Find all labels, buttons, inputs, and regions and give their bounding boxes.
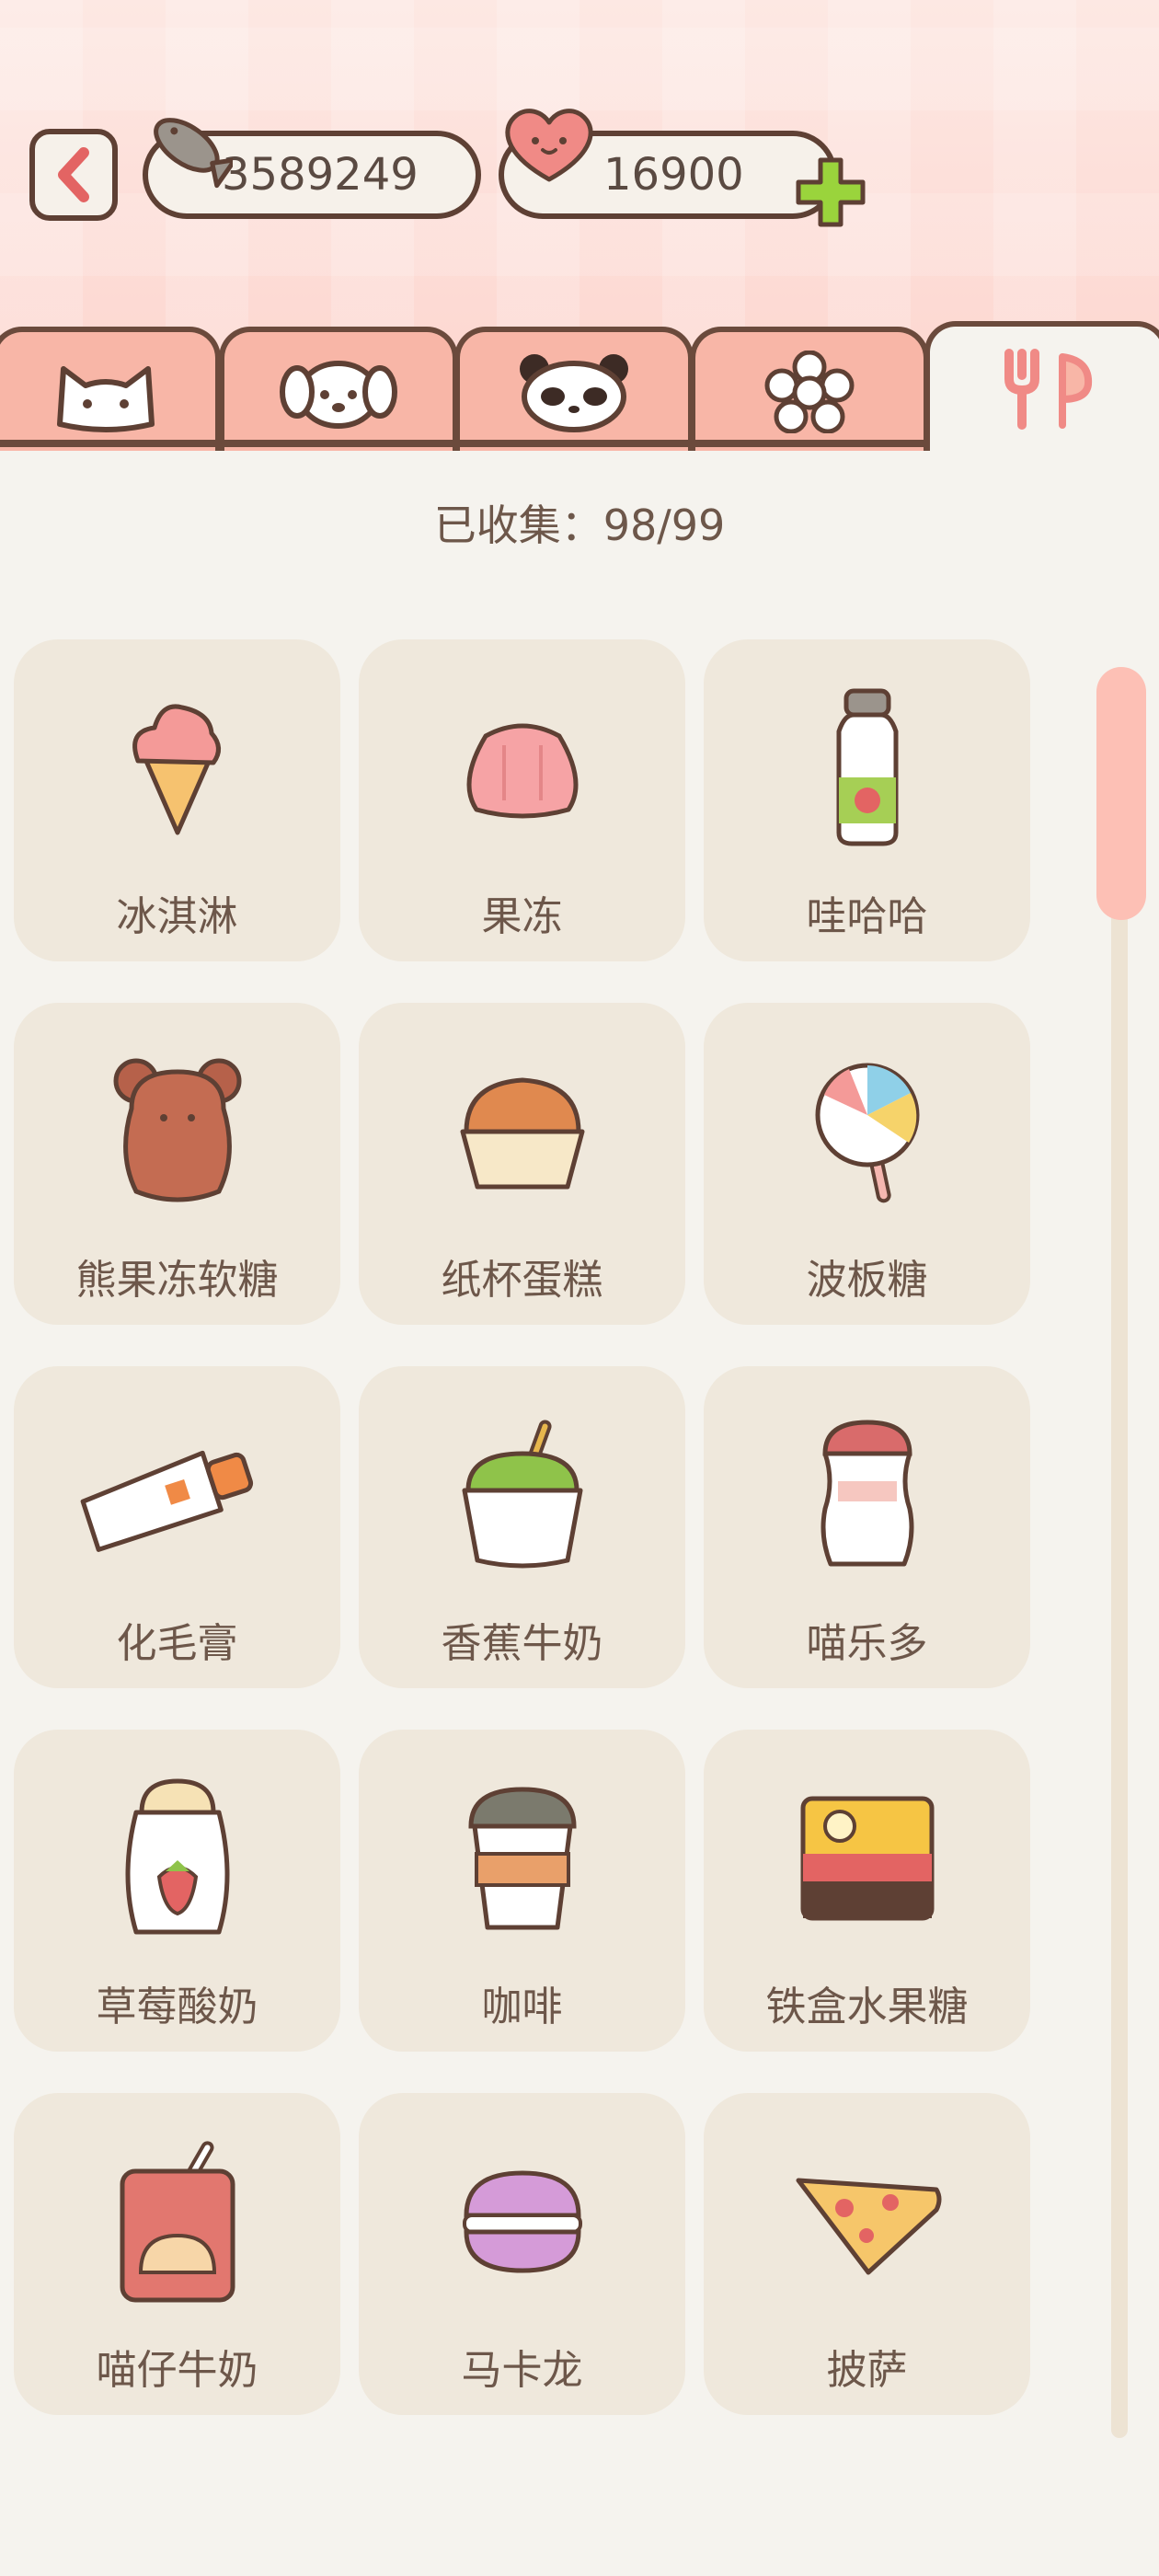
tab-cat[interactable] (0, 327, 221, 451)
fish-icon (154, 118, 233, 189)
item-card[interactable]: 熊果冻软糖 (14, 1003, 340, 1325)
tab-bar-divider (0, 440, 929, 447)
add-hearts-button[interactable] (793, 155, 868, 230)
item-label: 冰淇淋 (116, 893, 238, 940)
milk-carton-icon (120, 2141, 235, 2303)
item-card[interactable]: 冰淇淋 (14, 639, 340, 961)
item-card[interactable]: 化毛膏 (14, 1366, 340, 1688)
gummy-bear-icon (113, 1058, 241, 1202)
candy-tin-icon (800, 1796, 934, 1921)
item-card[interactable]: 草莓酸奶 (14, 1730, 340, 2052)
item-label: 香蕉牛奶 (441, 1620, 603, 1667)
item-label: 喵乐多 (806, 1620, 928, 1667)
cat-face-icon (57, 365, 155, 432)
chevron-left-icon (58, 147, 89, 202)
scrollbar-thumb[interactable] (1096, 667, 1146, 920)
category-tab-bar (0, 321, 1159, 451)
scrollbar-track[interactable] (1111, 667, 1128, 2438)
macaron-icon (462, 2170, 582, 2273)
strawberry-yogurt-icon (125, 1778, 229, 1935)
item-card[interactable]: 铁盒水果糖 (704, 1730, 1030, 2052)
banana-milk-icon (462, 1420, 582, 1569)
item-card[interactable]: 果冻 (359, 639, 685, 961)
item-label: 喵仔牛奶 (96, 2347, 258, 2394)
item-card[interactable]: 纸杯蛋糕 (359, 1003, 685, 1325)
tab-panda[interactable] (454, 327, 694, 451)
tab-food[interactable] (924, 321, 1159, 451)
item-label: 果冻 (481, 893, 563, 940)
item-card[interactable]: 喵仔牛奶 (14, 2093, 340, 2415)
flower-icon (764, 350, 855, 433)
item-label: 马卡龙 (461, 2347, 583, 2394)
fish-count: 3589249 (222, 149, 419, 201)
ice-cream-icon (132, 704, 221, 835)
paste-tube-icon (80, 1450, 253, 1552)
item-label: 草莓酸奶 (96, 1984, 258, 2030)
collection-progress: 已收集：98/99 (433, 500, 726, 550)
heart-count: 16900 (603, 149, 744, 201)
item-label: 熊果冻软糖 (75, 1257, 279, 1304)
item-label: 纸杯蛋糕 (441, 1257, 603, 1304)
tab-dog[interactable] (219, 327, 458, 451)
yogurt-drink-icon (820, 1420, 913, 1567)
item-card[interactable]: 哇哈哈 (704, 639, 1030, 961)
panda-face-icon (520, 353, 628, 432)
dog-face-icon (280, 360, 397, 429)
item-card[interactable]: 马卡龙 (359, 2093, 685, 2415)
tab-flower[interactable] (690, 327, 929, 451)
item-card[interactable]: 香蕉牛奶 (359, 1366, 685, 1688)
item-label: 哇哈哈 (806, 893, 928, 940)
item-card[interactable]: 喵乐多 (704, 1366, 1030, 1688)
item-label: 披萨 (826, 2347, 908, 2394)
back-button[interactable] (29, 129, 118, 221)
fork-spoon-icon (1004, 348, 1092, 430)
item-label: 咖啡 (481, 1984, 563, 2030)
item-card[interactable]: 咖啡 (359, 1730, 685, 2052)
item-label: 铁盒水果糖 (765, 1984, 969, 2030)
item-label: 化毛膏 (116, 1620, 238, 1667)
lollipop-icon (815, 1063, 919, 1203)
jelly-icon (466, 723, 578, 819)
cupcake-icon (460, 1077, 584, 1190)
pizza-slice-icon (796, 2178, 941, 2275)
item-card[interactable]: 波板糖 (704, 1003, 1030, 1325)
item-card[interactable]: 披萨 (704, 2093, 1030, 2415)
coffee-cup-icon (467, 1787, 577, 1930)
heart-icon (505, 109, 593, 182)
bottle-drink-icon (836, 688, 898, 846)
item-label: 波板糖 (806, 1257, 928, 1304)
